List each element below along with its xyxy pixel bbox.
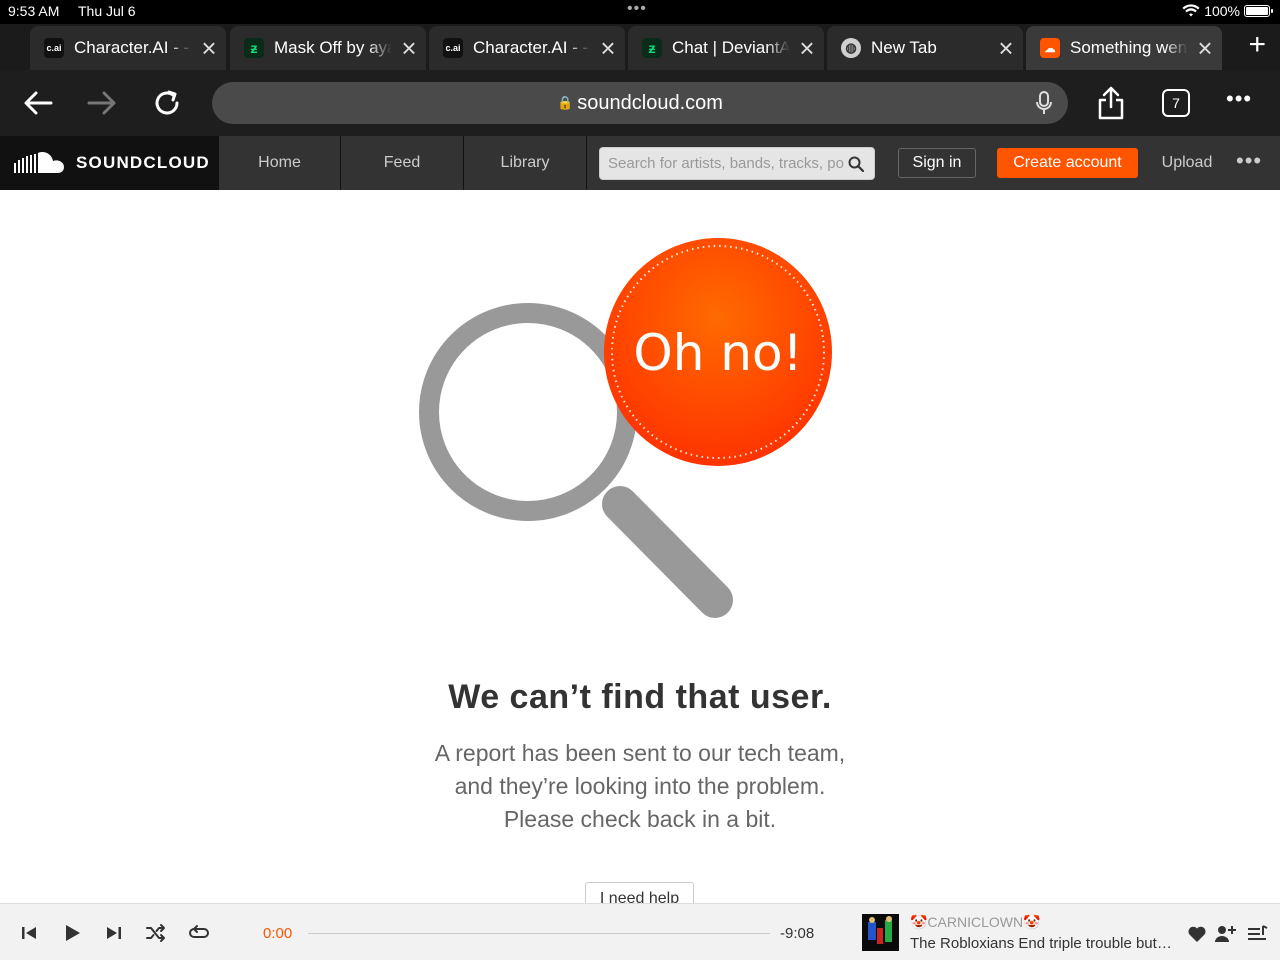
- previous-icon[interactable]: [18, 922, 40, 944]
- microphone-icon[interactable]: [1034, 91, 1054, 115]
- play-icon[interactable]: [61, 922, 83, 944]
- status-indicators: 100%: [1182, 3, 1273, 19]
- status-bar: 9:53 AM Thu Jul 6 ••• 100%: [0, 0, 1280, 24]
- error-message: A report has been sent to our tech team,…: [0, 737, 1280, 836]
- more-options-icon[interactable]: •••: [1226, 86, 1252, 112]
- forward-icon[interactable]: [80, 82, 124, 124]
- multitasking-dots-icon[interactable]: •••: [627, 0, 647, 18]
- magnifier-illustration: Oh no!: [419, 238, 832, 618]
- close-tab-icon[interactable]: ×: [591, 35, 625, 61]
- oh-no-badge: Oh no!: [604, 238, 832, 466]
- track-artist[interactable]: 🤡CARNICLOWN🤡: [910, 914, 1041, 931]
- battery-icon: [1244, 5, 1273, 17]
- close-tab-icon[interactable]: ×: [989, 35, 1023, 61]
- back-icon[interactable]: [16, 82, 60, 124]
- lock-icon: 🔒: [557, 95, 574, 110]
- wifi-icon: [1182, 4, 1200, 17]
- soundcloud-logo-icon: [14, 151, 64, 173]
- error-line: Please check back in a bit.: [503, 806, 777, 832]
- nav-feed[interactable]: Feed: [341, 136, 464, 190]
- tab-title: New Tab: [871, 38, 937, 57]
- close-tab-icon[interactable]: ×: [790, 35, 824, 61]
- tab-title: Something went wrong: [1070, 38, 1188, 57]
- error-line: A report has been sent to our tech team,: [434, 740, 846, 766]
- tab-count-button[interactable]: 7: [1162, 89, 1190, 117]
- repeat-icon[interactable]: [188, 922, 210, 944]
- status-date: Thu Jul 6: [78, 3, 136, 19]
- browser-tab-active[interactable]: ☁ Something went wrong ×: [1026, 26, 1222, 70]
- current-time: 0:00: [263, 925, 293, 942]
- nav-library[interactable]: Library: [464, 136, 587, 190]
- upload-link[interactable]: Upload: [1152, 136, 1222, 190]
- address-bar[interactable]: 🔒 soundcloud.com: [212, 82, 1068, 124]
- track-artwork[interactable]: [862, 914, 899, 951]
- status-time: 9:53 AM: [8, 3, 60, 19]
- error-line: and they’re looking into the problem.: [454, 773, 826, 799]
- tab-title: Character.AI - -: [74, 38, 190, 57]
- search-input[interactable]: [600, 148, 874, 179]
- create-account-button[interactable]: Create account: [997, 148, 1138, 178]
- deviantart-icon: ƶ: [244, 38, 264, 58]
- progress-bar[interactable]: [308, 933, 770, 934]
- browser-tab[interactable]: ◍ New Tab ×: [827, 26, 1023, 70]
- sign-in-button[interactable]: Sign in: [898, 148, 976, 178]
- new-tab-icon[interactable]: +: [1248, 28, 1266, 62]
- soundcloud-wordmark: SOUNDCLOUD: [76, 153, 210, 172]
- character-ai-icon: c.ai: [44, 38, 64, 58]
- browser-tab[interactable]: c.ai Character.AI - - ×: [429, 26, 625, 70]
- deviantart-icon: ƶ: [642, 38, 662, 58]
- tab-title: Chat | DeviantArt: [672, 38, 790, 57]
- close-tab-icon[interactable]: ×: [192, 35, 226, 61]
- close-tab-icon[interactable]: ×: [392, 35, 426, 61]
- browser-tab[interactable]: c.ai Character.AI - - ×: [30, 26, 226, 70]
- search-box: [599, 147, 875, 180]
- globe-icon: ◍: [841, 38, 861, 58]
- tab-title: Mask Off by ayano: [274, 38, 392, 57]
- oh-no-text: Oh no!: [633, 324, 802, 382]
- shuffle-icon[interactable]: [145, 922, 167, 944]
- nav-home[interactable]: Home: [219, 136, 341, 190]
- soundcloud-icon: ☁: [1040, 38, 1060, 58]
- tab-strip: c.ai Character.AI - - × ƶ Mask Off by ay…: [0, 24, 1280, 70]
- browser-tab[interactable]: ƶ Chat | DeviantArt ×: [628, 26, 824, 70]
- more-menu-icon[interactable]: •••: [1236, 148, 1262, 174]
- soundcloud-logo[interactable]: SOUNDCLOUD: [0, 136, 219, 190]
- like-heart-icon[interactable]: [1186, 923, 1208, 945]
- battery-percent: 100%: [1204, 3, 1240, 19]
- remaining-time: -9:08: [780, 925, 815, 942]
- browser-toolbar: 🔒 soundcloud.com: [0, 70, 1280, 136]
- reload-icon[interactable]: [146, 82, 190, 124]
- share-icon[interactable]: [1089, 82, 1133, 124]
- soundcloud-header: SOUNDCLOUD Home Feed Library Sign in Cre…: [0, 136, 1280, 190]
- queue-icon[interactable]: [1246, 923, 1268, 945]
- close-tab-icon[interactable]: ×: [1188, 35, 1222, 61]
- character-ai-icon: c.ai: [443, 38, 463, 58]
- url-text: soundcloud.com: [577, 91, 723, 114]
- search-icon[interactable]: [848, 156, 864, 172]
- browser-tab[interactable]: ƶ Mask Off by ayano ×: [230, 26, 426, 70]
- track-title[interactable]: The Robloxians End triple trouble but it…: [910, 935, 1175, 952]
- follow-user-icon[interactable]: [1214, 923, 1236, 945]
- next-icon[interactable]: [103, 922, 125, 944]
- error-title: We can’t find that user.: [448, 678, 832, 716]
- tab-title: Character.AI - -: [473, 38, 589, 57]
- player-bar: 0:00 -9:08 🤡CARNICLOWN🤡 The Robloxians E…: [0, 903, 1280, 960]
